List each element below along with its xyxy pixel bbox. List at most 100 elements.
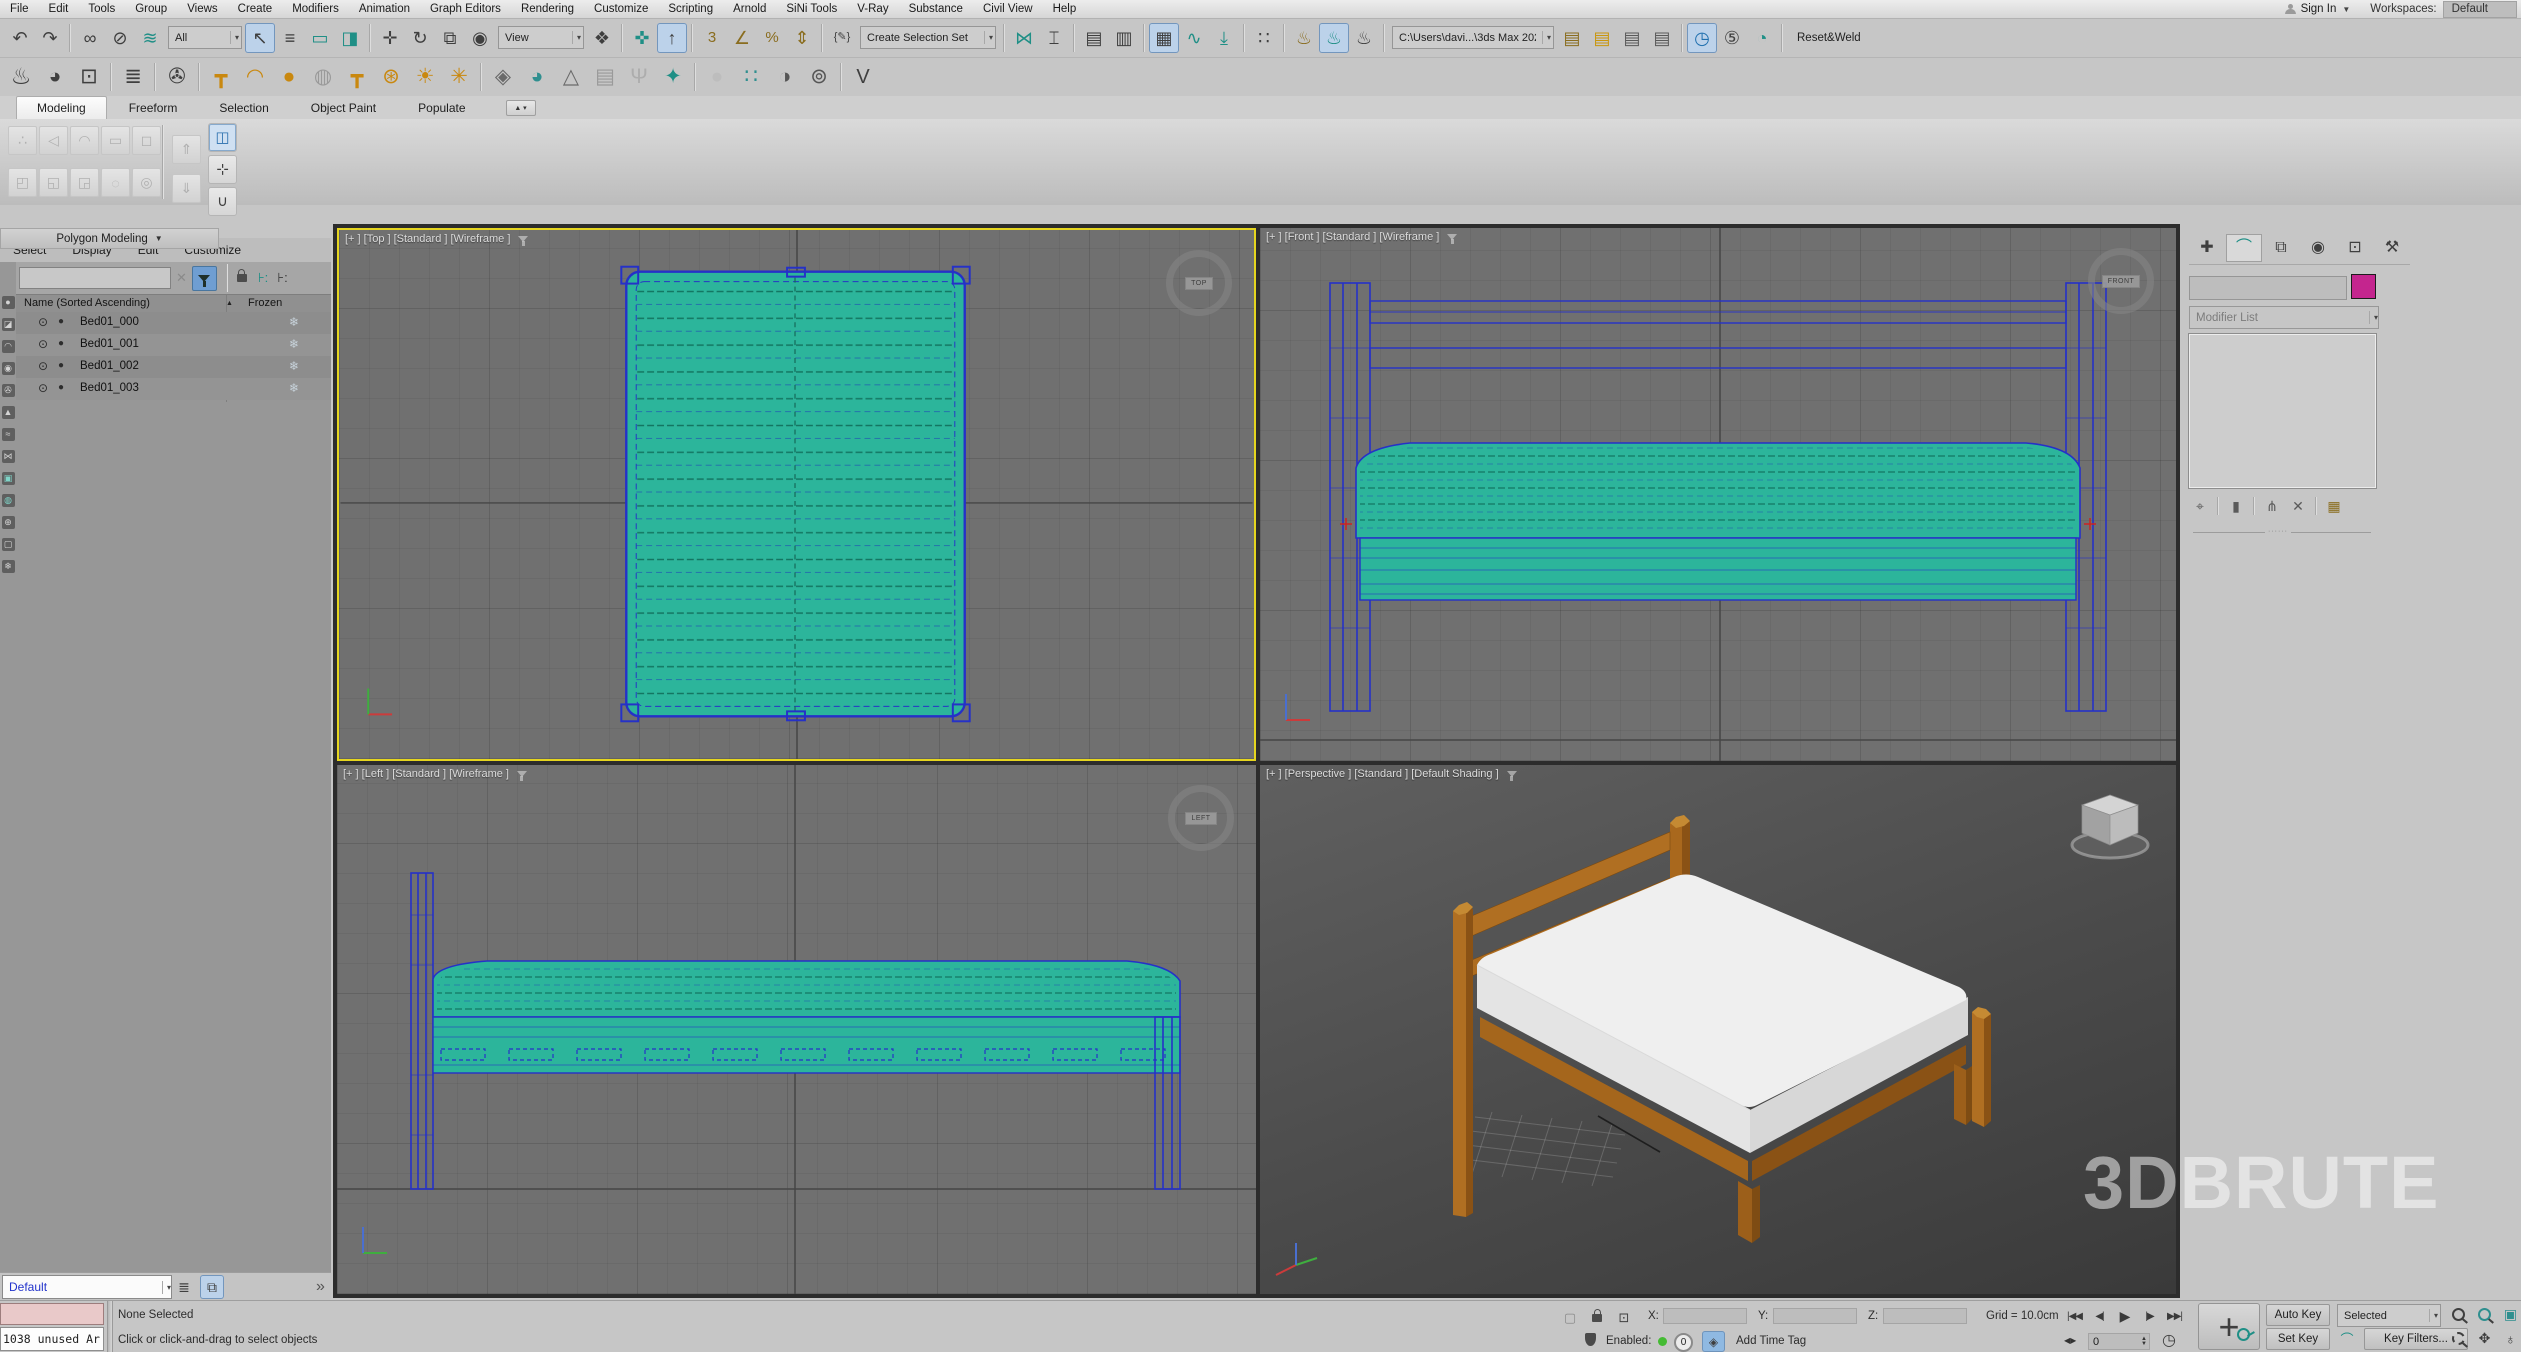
snaps-toggle-3d-icon[interactable]: 3: [697, 23, 727, 53]
tab-motion-icon[interactable]: ◉: [2300, 234, 2336, 262]
ribbon-polygon-icon[interactable]: ▭: [101, 126, 130, 155]
reference-coordinate-system-dropdown[interactable]: View▾: [498, 26, 584, 49]
menu-item[interactable]: V-Ray: [847, 0, 898, 18]
default-in-out-tangents-icon[interactable]: ⌒: [2334, 1328, 2360, 1350]
viewport-label[interactable]: [+ ] [Perspective ] [Standard ] [Default…: [1266, 768, 1517, 780]
time-configuration-icon[interactable]: ◷: [2156, 1329, 2182, 1352]
menu-item[interactable]: Views: [177, 0, 227, 18]
select-and-place-icon[interactable]: ◉: [465, 23, 495, 53]
vray-sun-rays-icon[interactable]: ✳: [442, 61, 476, 93]
project-folder-dropdown[interactable]: C:\Users\davi...\3ds Max 2025▾: [1392, 26, 1554, 49]
listener-splitter[interactable]: [107, 1301, 113, 1352]
edit-named-selection-sets-icon[interactable]: {✎}: [827, 23, 857, 53]
selection-dot-icon[interactable]: ●: [58, 338, 64, 349]
render-presets-icon[interactable]: ▤: [1557, 23, 1587, 53]
play-button[interactable]: ▶: [2112, 1305, 2137, 1328]
select-and-scale-icon[interactable]: ⧉: [435, 23, 465, 53]
tab-create-icon[interactable]: ✚: [2189, 234, 2225, 262]
tab-hierarchy-icon[interactable]: ⧉: [2263, 234, 2299, 262]
select-and-rotate-icon[interactable]: ↻: [405, 23, 435, 53]
window-crossing-icon[interactable]: ◨: [335, 23, 365, 53]
table-header[interactable]: Name (Sorted Ascending) ▲ Frozen: [16, 294, 331, 314]
ribbon-edge-icon[interactable]: ◁: [39, 126, 68, 155]
render-teapot-icon[interactable]: ♨: [4, 61, 38, 93]
ribbon-tab[interactable]: Populate: [398, 97, 485, 119]
viewport-funnel-icon[interactable]: [518, 236, 528, 242]
viewport-front[interactable]: [+ ] [Front ] [Standard ] [Wireframe ]: [1260, 228, 2176, 761]
rendered-frame-window-icon[interactable]: ⊡: [72, 61, 106, 93]
menu-item[interactable]: Modifiers: [282, 0, 349, 18]
filter-button[interactable]: [192, 266, 217, 291]
selection-dot-icon[interactable]: ●: [58, 382, 64, 393]
viewcube[interactable]: LEFT: [1168, 785, 1234, 851]
auto-key-button[interactable]: Auto Key: [2266, 1304, 2330, 1326]
left-viewport-canvas[interactable]: [337, 765, 1256, 1294]
object-color-swatch[interactable]: [2351, 274, 2376, 299]
add-time-tag[interactable]: Add Time Tag: [1736, 1335, 1806, 1347]
schematic-view-icon[interactable]: ⤓: [1209, 23, 1239, 53]
filter-shapes-icon[interactable]: ◠: [2, 340, 15, 353]
vray-asset-editor-icon[interactable]: ≣: [116, 61, 150, 93]
scene-object-row[interactable]: ⊙●Bed01_003❄: [16, 378, 331, 400]
visibility-eye-icon[interactable]: ⊙: [38, 337, 48, 351]
key-step-arrows-icon[interactable]: ◀▶: [2064, 1336, 2076, 1345]
viewport-label[interactable]: [+ ] [Left ] [Standard ] [Wireframe ]: [343, 768, 527, 780]
select-by-name-icon[interactable]: ≡: [275, 23, 305, 53]
menu-item[interactable]: Arnold: [723, 0, 776, 18]
ribbon-isolate-icon[interactable]: ◫: [208, 123, 237, 152]
ribbon-flask-icon[interactable]: ∪: [208, 187, 237, 216]
z-coordinate-field[interactable]: [1883, 1308, 1967, 1324]
filter-containers-icon[interactable]: ▣: [2, 472, 15, 485]
menu-item[interactable]: Animation: [349, 0, 420, 18]
column-frozen[interactable]: Frozen: [248, 297, 282, 309]
next-frame-button[interactable]: |▶: [2137, 1305, 2162, 1328]
physical-camera-icon[interactable]: ✇: [160, 61, 194, 93]
vray-mesh-light-icon[interactable]: ⊛: [374, 61, 408, 93]
viewport-left[interactable]: [+ ] [Left ] [Standard ] [Wireframe ]: [337, 765, 1256, 1294]
menu-item[interactable]: Edit: [39, 0, 79, 18]
ribbon-tool-icon[interactable]: ◲: [70, 168, 99, 197]
select-and-link-icon[interactable]: ∞: [75, 23, 105, 53]
material-sphere-icon[interactable]: ●: [700, 61, 734, 93]
visibility-eye-icon[interactable]: ⊙: [38, 381, 48, 395]
ribbon-tab[interactable]: Object Paint: [291, 97, 396, 119]
filter-bones-icon[interactable]: ⋈: [2, 450, 15, 463]
pin-stack-icon[interactable]: ⌖: [2187, 494, 2213, 518]
ribbon-tool-icon[interactable]: ◌: [101, 168, 130, 197]
open-scene-folder-icon[interactable]: ▤: [1587, 23, 1617, 53]
filter-groups-icon[interactable]: ▢: [2, 538, 15, 551]
vray-plane-light-icon[interactable]: ┳: [204, 61, 238, 93]
ribbon-tool-icon[interactable]: ◎: [132, 168, 161, 197]
ribbon-vertex-icon[interactable]: ∴: [8, 126, 37, 155]
filter-cameras-icon[interactable]: ✇: [2, 384, 15, 397]
ribbon-minimize-button[interactable]: ▲ ▾: [506, 100, 536, 116]
named-selection-sets-dropdown[interactable]: Create Selection Set▾: [860, 26, 996, 49]
color-palette-icon[interactable]: ◑: [768, 61, 802, 93]
chevron-down-icon[interactable]: ▼: [2342, 5, 2350, 14]
viewport-funnel-icon[interactable]: [1507, 771, 1517, 777]
front-viewport-canvas[interactable]: [1260, 228, 2176, 761]
ribbon-tab[interactable]: Freeform: [109, 97, 198, 119]
ribbon-tool-icon[interactable]: ◰: [8, 168, 37, 197]
reset-weld-button[interactable]: Reset&Weld: [1787, 26, 1871, 50]
schematic-explorer-icon[interactable]: ⧉: [200, 1275, 224, 1299]
show-end-result-icon[interactable]: ▮: [2223, 494, 2249, 518]
make-unique-icon[interactable]: ⋔: [2259, 494, 2285, 518]
select-and-manipulate-icon[interactable]: ✜: [627, 23, 657, 53]
zoom-extents-icon[interactable]: ▣: [2498, 1304, 2521, 1325]
vray-camera-rig-icon[interactable]: △: [554, 61, 588, 93]
visibility-eye-icon[interactable]: ⊙: [38, 315, 48, 329]
maxscript-mini-listener[interactable]: [0, 1303, 104, 1325]
zoom-icon[interactable]: [2446, 1304, 2471, 1325]
ribbon-element-icon[interactable]: ◻: [132, 126, 161, 155]
filter-frozen-icon[interactable]: ❄: [2, 560, 15, 573]
modifier-stack[interactable]: [2189, 334, 2376, 488]
menu-item[interactable]: Graph Editors: [420, 0, 511, 18]
previous-frame-button[interactable]: ◀|: [2087, 1305, 2112, 1328]
viewcube[interactable]: FRONT: [2088, 248, 2154, 314]
zoom-region-icon[interactable]: [2446, 1328, 2471, 1349]
polygon-modeling-panel-label[interactable]: Polygon Modeling▼: [0, 228, 219, 249]
isolate-selection-icon[interactable]: ▢: [1558, 1305, 1582, 1329]
vray-frame-buffer-icon[interactable]: ◕: [38, 61, 72, 93]
tab-utilities-icon[interactable]: ⚒: [2374, 234, 2410, 262]
